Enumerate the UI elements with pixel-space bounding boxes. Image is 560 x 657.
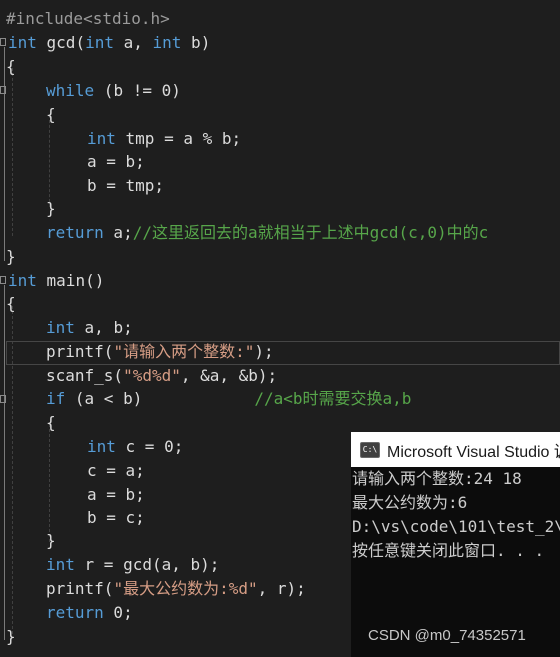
- brace: }: [6, 247, 16, 266]
- code-text: c = 0;: [115, 437, 184, 456]
- code-text: main(): [36, 271, 105, 290]
- code-line-11: }: [6, 245, 16, 269]
- code-text: printf(: [46, 579, 114, 598]
- preprocessor-directive: #include<stdio.h>: [6, 9, 170, 28]
- fold-marker-if[interactable]: [0, 395, 6, 403]
- comment: //这里返回去的a就相当于上述中gcd(c,0)中的c: [132, 223, 489, 242]
- code-text: a;: [103, 223, 133, 242]
- brace: {: [46, 413, 56, 432]
- keyword: int: [85, 33, 114, 52]
- keyword: int: [8, 271, 37, 290]
- code-line-13: {: [6, 292, 16, 316]
- code-line-1: #include<stdio.h>: [6, 7, 170, 31]
- console-line: 按任意键关闭此窗口. . .: [352, 541, 545, 560]
- fold-marker-gcd[interactable]: [0, 38, 6, 46]
- code-text: a,: [113, 33, 153, 52]
- code-text: printf(: [46, 342, 114, 361]
- code-line-15: printf("请输入两个整数:");: [46, 340, 274, 364]
- code-line-16: scanf_s("%d%d", &a, &b);: [46, 364, 277, 388]
- brace: }: [6, 627, 16, 646]
- code-text: b = tmp;: [87, 176, 165, 195]
- code-line-6: int tmp = a % b;: [87, 127, 241, 151]
- brace: }: [46, 531, 56, 550]
- code-text: (b != 0): [94, 81, 181, 100]
- code-line-7: a = b;: [87, 150, 145, 174]
- code-line-27: }: [6, 625, 16, 649]
- code-line-21: a = b;: [87, 483, 145, 507]
- code-text: a = b;: [87, 152, 145, 171]
- code-line-19: int c = 0;: [87, 435, 183, 459]
- fold-line-main: [4, 285, 5, 640]
- console-line: 请输入两个整数:24 18: [352, 469, 522, 488]
- keyword: int: [46, 555, 75, 574]
- brace: {: [6, 294, 16, 313]
- comment: //a<b时需要交换a,b: [254, 389, 412, 408]
- code-text: a = b;: [87, 485, 145, 504]
- csdn-watermark: CSDN @m0_74352571: [368, 627, 526, 644]
- code-line-17: if (a < b) //a<b时需要交换a,b: [46, 387, 411, 411]
- fold-line-gcd: [4, 47, 5, 261]
- code-line-22: b = c;: [87, 506, 145, 530]
- console-line: D:\vs\code\101\test_2\x64\Debug\test_2.e…: [352, 517, 560, 536]
- indent-guide: [12, 68, 13, 236]
- code-line-24: int r = gcd(a, b);: [46, 553, 219, 577]
- code-text: b): [181, 33, 211, 52]
- indent-guide: [49, 115, 50, 207]
- console-title: Microsoft Visual Studio 调试控制台: [387, 443, 560, 461]
- keyword: if: [46, 389, 66, 408]
- code-text: 0;: [103, 603, 133, 622]
- code-text: );: [254, 342, 274, 361]
- code-text: r = gcd(a, b);: [74, 555, 220, 574]
- indent-guide: [49, 424, 50, 542]
- code-text: tmp = a % b;: [115, 129, 242, 148]
- code-text: b = c;: [87, 508, 145, 527]
- code-line-10: return a;//这里返回去的a就相当于上述中gcd(c,0)中的c: [46, 221, 488, 245]
- fold-marker-while[interactable]: [0, 86, 6, 94]
- console-line: 最大公约数为:6: [352, 493, 468, 512]
- code-text: scanf_s(: [46, 366, 124, 385]
- keyword: int: [46, 318, 75, 337]
- keyword: return: [46, 603, 104, 622]
- code-line-14: int a, b;: [46, 316, 133, 340]
- console-titlebar[interactable]: C:\ Microsoft Visual Studio 调试控制台: [351, 432, 560, 467]
- brace: {: [6, 57, 16, 76]
- code-line-5: {: [46, 103, 56, 127]
- code-line-23: }: [46, 529, 56, 553]
- brace: }: [46, 199, 56, 218]
- code-text: a, b;: [74, 318, 133, 337]
- brace: {: [46, 105, 56, 124]
- string-literal: "%d%d": [123, 366, 181, 385]
- code-line-18: {: [46, 411, 56, 435]
- keyword: return: [46, 223, 104, 242]
- console-app-icon: C:\: [360, 441, 380, 458]
- code-text: , &a, &b);: [180, 366, 278, 385]
- string-literal: "请输入两个整数:": [113, 342, 255, 361]
- code-line-3: {: [6, 55, 16, 79]
- code-line-26: return 0;: [46, 601, 133, 625]
- fold-marker-main[interactable]: [0, 276, 6, 284]
- code-text: gcd(: [36, 33, 86, 52]
- code-line-8: b = tmp;: [87, 174, 164, 198]
- debug-console-window[interactable]: C:\ Microsoft Visual Studio 调试控制台 请输入两个整…: [351, 432, 560, 657]
- keyword: int: [8, 33, 37, 52]
- code-line-2: int gcd(int a, int b): [8, 31, 210, 55]
- code-text: , r);: [257, 579, 306, 598]
- keyword: int: [87, 129, 116, 148]
- code-line-12: int main(): [8, 269, 104, 293]
- code-text: (a < b): [65, 389, 143, 408]
- code-line-25: printf("最大公约数为:%d", r);: [46, 577, 306, 601]
- console-output: 请输入两个整数:24 18 最大公约数为:6 D:\vs\code\101\te…: [352, 467, 560, 563]
- keyword: while: [46, 81, 95, 100]
- code-text: c = a;: [87, 461, 145, 480]
- code-line-4: while (b != 0): [46, 79, 181, 103]
- string-literal: "最大公约数为:%d": [113, 579, 258, 598]
- code-line-20: c = a;: [87, 459, 145, 483]
- keyword: int: [152, 33, 182, 52]
- keyword: int: [87, 437, 116, 456]
- code-line-9: }: [46, 197, 56, 221]
